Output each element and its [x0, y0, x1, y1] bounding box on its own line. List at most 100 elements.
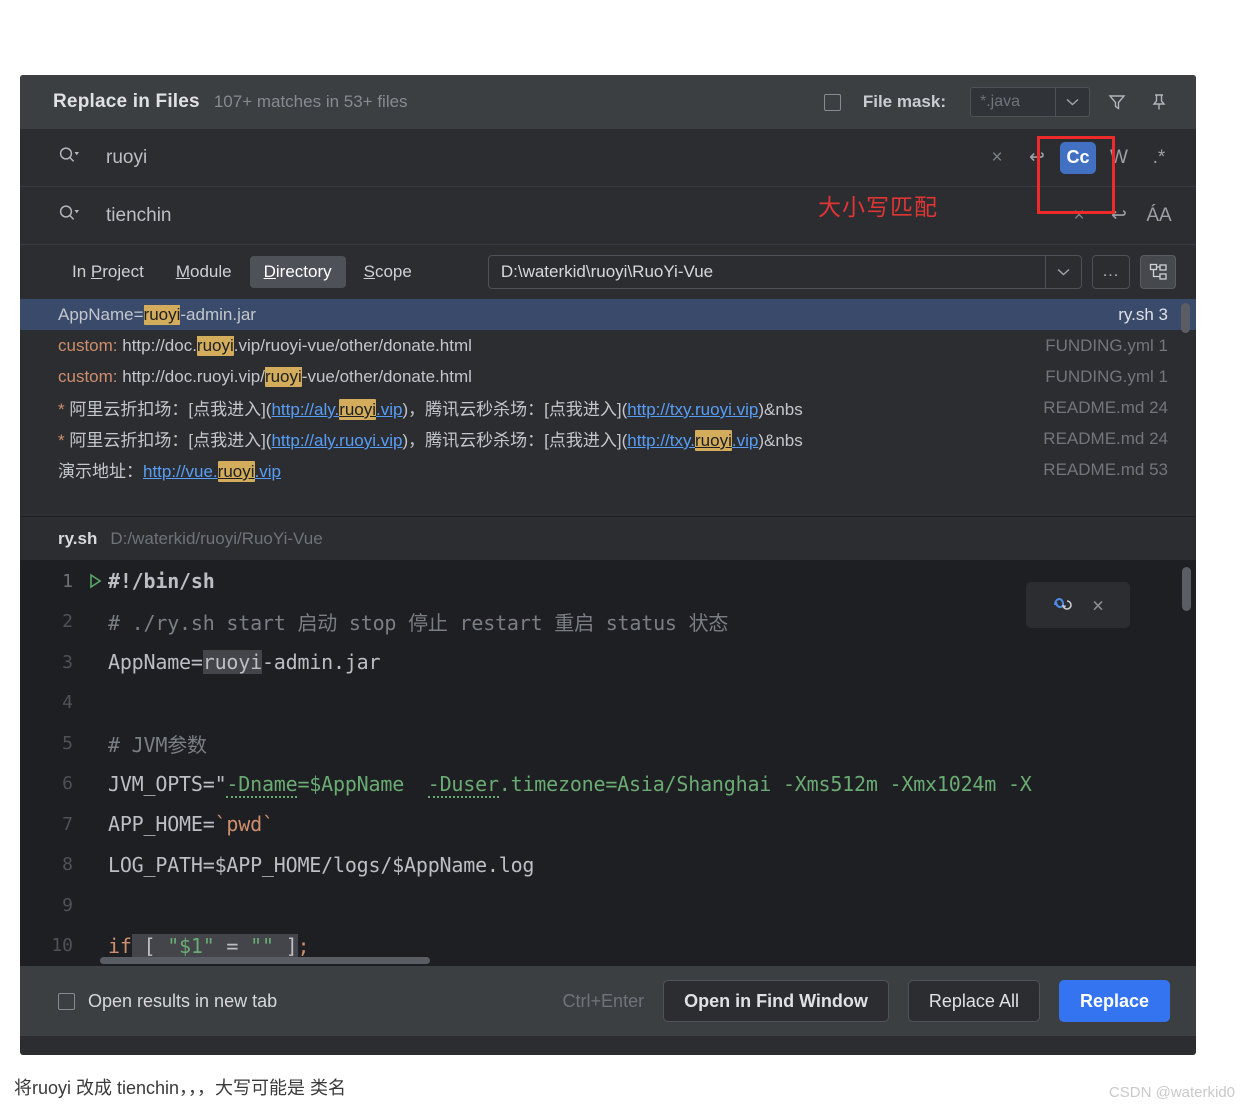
watermark: CSDN @waterkid0 [1108, 1084, 1235, 1101]
multiline-replace-toggle-icon[interactable]: ↩ [1102, 199, 1136, 233]
open-results-new-tab-label: Open results in new tab [88, 990, 278, 1011]
code-line[interactable]: 6 JVM_OPTS="-Dname=$AppName -Duser.timezo… [20, 764, 1196, 805]
find-row[interactable]: ruoyi × ↩ Cc W .* [20, 129, 1196, 187]
regex-toggle[interactable]: .* [1142, 141, 1176, 175]
run-script-icon[interactable] [82, 573, 108, 589]
code-text: AppName=ruoyi-admin.jar [108, 650, 381, 675]
result-text: * 阿里云折扣场：[点我进入](http://aly.ruoyi.vip)，腾讯… [58, 399, 803, 420]
browse-directory-button[interactable]: ... [1092, 255, 1130, 289]
result-file-ref: ry.sh 3 [1118, 304, 1168, 324]
result-row[interactable]: custom: http://doc.ruoyi.vip/ruoyi-vue/o… [20, 361, 1196, 392]
editor-horizontal-scrollbar-thumb[interactable] [100, 957, 430, 964]
file-mask-checkbox[interactable] [823, 93, 841, 111]
results-list[interactable]: AppName=ruoyi-admin.jar ry.sh 3 custom: ht… [20, 299, 1196, 517]
line-number: 7 [62, 813, 73, 835]
code-preview[interactable]: 1 #!/bin/sh 2 # ./ry.sh start 启动 stop 停止 re… [20, 561, 1196, 966]
replace-button[interactable]: Replace [1058, 980, 1170, 1022]
code-text: # ./ry.sh start 启动 stop 停止 restart 重启 st… [108, 611, 729, 636]
replace-all-button[interactable]: Replace All [907, 980, 1040, 1022]
result-file-ref: README.md 53 [1043, 459, 1168, 479]
code-text: # JVM参数 [108, 732, 207, 757]
words-toggle[interactable]: W [1102, 141, 1136, 175]
code-line[interactable]: 8 LOG_PATH=$APP_HOME/logs/$AppName.log [20, 845, 1196, 886]
code-text: #!/bin/sh [108, 569, 215, 594]
file-mask-value[interactable]: *.java [971, 88, 1055, 116]
code-text: JVM_OPTS="-Dname=$AppName -Duser.timezon… [108, 771, 1032, 798]
clear-replace-icon[interactable]: × [1062, 199, 1096, 233]
search-history-icon[interactable] [58, 145, 84, 170]
results-scrollbar-thumb[interactable] [1181, 303, 1190, 333]
preview-header: ry.sh D:/waterkid/ruoyi/RuoYi-Vue [20, 517, 1196, 561]
result-text: custom: http://doc.ruoyi.vip/ruoyi-vue/o… [58, 366, 472, 387]
result-row[interactable]: AppName=ruoyi-admin.jar ry.sh 3 [20, 299, 1196, 330]
code-line[interactable]: 5 # JVM参数 [20, 723, 1196, 764]
scope-option-scope[interactable]: Scope [350, 256, 426, 288]
result-text: * 阿里云折扣场：[点我进入](http://aly.ruoyi.vip)，腾讯… [58, 430, 803, 451]
replace-toggles: × ↩ ÁA [1062, 199, 1176, 233]
dialog-footer: Open results in new tab Ctrl+Enter Open … [20, 966, 1196, 1036]
find-input[interactable]: ruoyi [106, 147, 147, 169]
result-file-ref: FUNDING.yml 1 [1045, 335, 1168, 355]
code-line[interactable]: 4 [20, 683, 1196, 724]
directory-path-input[interactable]: D:\waterkid\ruoyi\RuoYi-Vue [489, 256, 1045, 288]
titlebar-controls: File mask: *.java [823, 87, 1174, 117]
preserve-case-toggle[interactable]: ÁA [1142, 199, 1176, 233]
file-mask-combo[interactable]: *.java [970, 87, 1090, 117]
result-row[interactable]: 演示地址：http://vue.ruoyi.vip README.md 53 [20, 454, 1196, 485]
line-number: 2 [62, 611, 73, 633]
line-number: 5 [62, 732, 73, 754]
directory-path-combo[interactable]: D:\waterkid\ruoyi\RuoYi-Vue [487, 255, 1082, 289]
result-row[interactable]: * 阿里云折扣场：[点我进入](http://aly.ruoyi.vip)，腾讯… [20, 423, 1196, 454]
result-text: 演示地址：http://vue.ruoyi.vip [58, 461, 281, 482]
line-number: 8 [62, 854, 73, 876]
code-line[interactable]: 9 [20, 885, 1196, 926]
scope-option-module[interactable]: Module [162, 256, 246, 288]
inline-search-widget[interactable]: × [1026, 582, 1130, 628]
code-line[interactable]: 2 # ./ry.sh start 启动 stop 停止 restart 重启 s… [20, 602, 1196, 643]
dialog-title: Replace in Files [53, 91, 200, 112]
code-text: APP_HOME=`pwd` [108, 812, 274, 837]
screenshot-root: Replace in Files 107+ matches in 53+ fil… [0, 0, 1253, 1114]
result-row[interactable]: * 阿里云折扣场：[点我进入](http://aly.ruoyi.vip)，腾讯… [20, 392, 1196, 423]
scope-option-directory[interactable]: Directory [249, 256, 346, 288]
line-number: 10 [51, 935, 73, 957]
pin-icon[interactable] [1144, 87, 1174, 117]
match-count-summary: 107+ matches in 53+ files [213, 92, 408, 111]
annotation-text: 大小写匹配 [818, 194, 938, 220]
line-number: 1 [62, 570, 73, 592]
scope-option-in-project[interactable]: In Project [58, 256, 158, 288]
result-text: custom: http://doc.ruoyi.vip/ruoyi-vue/o… [58, 335, 472, 356]
match-case-toggle[interactable]: Cc [1060, 141, 1096, 174]
preview-file-name: ry.sh [58, 528, 98, 548]
filter-funnel-icon[interactable] [1102, 87, 1132, 117]
find-toggles: × ↩ Cc W .* [980, 141, 1176, 175]
chevron-down-icon[interactable] [1055, 88, 1089, 116]
multiline-toggle-icon[interactable]: ↩ [1020, 141, 1054, 175]
line-number: 3 [62, 651, 73, 673]
module-tree-icon[interactable] [1140, 255, 1176, 289]
open-in-find-window-button[interactable]: Open in Find Window [663, 980, 889, 1022]
code-text: if [ "$1" = "" ]; [108, 933, 310, 958]
chevron-down-icon[interactable] [1045, 256, 1081, 288]
close-icon[interactable]: × [1092, 593, 1104, 617]
refresh-regex-icon[interactable] [1052, 591, 1076, 620]
replace-input[interactable]: tienchin [106, 205, 172, 227]
replace-history-icon[interactable] [58, 203, 84, 228]
code-line[interactable]: 1 #!/bin/sh [20, 561, 1196, 602]
replace-row[interactable]: tienchin × ↩ ÁA [20, 187, 1196, 245]
result-row[interactable]: custom: http://doc.ruoyi.vip/ruoyi-vue/o… [20, 330, 1196, 361]
result-file-ref: README.md 24 [1043, 428, 1168, 448]
result-file-ref: FUNDING.yml 1 [1045, 366, 1168, 386]
editor-vertical-scrollbar-thumb[interactable] [1182, 567, 1191, 611]
code-line[interactable]: 3 AppName=ruoyi-admin.jar [20, 642, 1196, 683]
line-number: 6 [62, 773, 73, 795]
footer-buttons: Ctrl+Enter Open in Find Window Replace A… [563, 980, 1170, 1022]
line-number: 9 [62, 894, 73, 916]
line-number: 4 [62, 692, 73, 714]
dialog-titlebar: Replace in Files 107+ matches in 53+ fil… [20, 75, 1196, 129]
code-line[interactable]: 7 APP_HOME=`pwd` [20, 804, 1196, 845]
clear-search-icon[interactable]: × [980, 141, 1014, 175]
code-host: 1 #!/bin/sh 2 # ./ry.sh start 启动 stop 停止 re… [20, 561, 1196, 966]
open-results-new-tab-checkbox[interactable] [58, 992, 75, 1010]
preview-file-path: D:/waterkid/ruoyi/RuoYi-Vue [110, 528, 323, 548]
